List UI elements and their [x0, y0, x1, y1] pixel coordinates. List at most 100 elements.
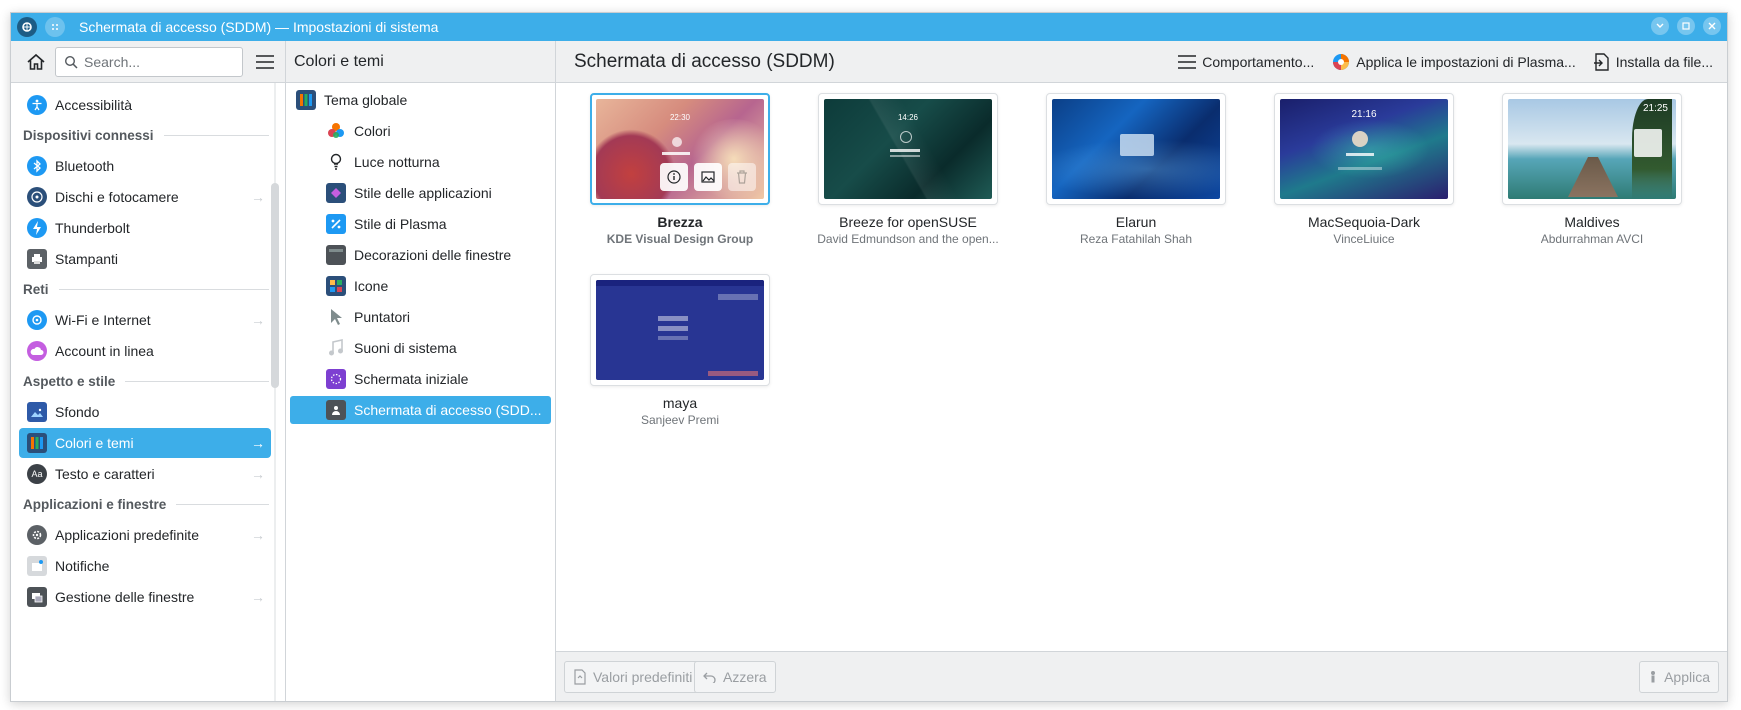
- theme-actions: [660, 163, 756, 191]
- subpanel-item-splash-screen[interactable]: Schermata iniziale: [290, 365, 551, 393]
- sidebar-item-accessibility[interactable]: Accessibilità: [19, 90, 271, 120]
- theme-preview-image: 21:25: [1508, 99, 1676, 199]
- sound-icon: [326, 338, 346, 358]
- theme-card-brezza[interactable]: 22:30 Brezza KDE Visual Design Group: [590, 93, 770, 246]
- close-icon[interactable]: [1703, 17, 1721, 35]
- subpanel-item-login-screen[interactable]: Schermata di accesso (SDD...: [290, 396, 551, 424]
- sidebar-list: Accessibilità Dispositivi connessi Bluet…: [19, 83, 271, 612]
- apply-button[interactable]: Applica: [1639, 661, 1719, 693]
- sidebar-item-wallpaper[interactable]: Sfondo: [19, 397, 271, 427]
- disks-icon: [27, 187, 47, 207]
- theme-delete-button[interactable]: [728, 163, 756, 191]
- sidebar-item-online-accounts[interactable]: Account in linea: [19, 336, 271, 366]
- subpanel-item-system-sounds[interactable]: Suoni di sistema: [290, 334, 551, 362]
- theme-author: Abdurrahman AVCI: [1540, 232, 1644, 246]
- sidebar-item-bluetooth[interactable]: Bluetooth: [19, 151, 271, 181]
- sidebar-scrollbar[interactable]: [271, 83, 279, 701]
- theme-card-elarun[interactable]: Elarun Reza Fatahilah Shah: [1046, 93, 1226, 246]
- install-file-label: Installa da file...: [1615, 54, 1713, 70]
- window-decorations-icon: [326, 245, 346, 265]
- document-import-icon: [1593, 53, 1609, 71]
- default-apps-icon: [27, 525, 47, 545]
- theme-author: KDE Visual Design Group: [606, 232, 754, 246]
- window-controls: [1651, 17, 1721, 35]
- subpanel: Tema globale Colori Luce notturna Stile …: [286, 83, 556, 701]
- subpanel-item-night-light[interactable]: Luce notturna: [290, 148, 551, 176]
- theme-preview-image: [1052, 99, 1220, 199]
- sidebar-item-wifi-internet[interactable]: Wi-Fi e Internet →: [19, 305, 271, 335]
- subpanel-item-window-decorations[interactable]: Decorazioni delle finestre: [290, 241, 551, 269]
- arrow-right-icon: →: [251, 312, 265, 328]
- image-icon: [701, 171, 715, 183]
- theme-card-maldives[interactable]: 21:25 Maldives Abdurrahman AVCI: [1502, 93, 1682, 246]
- colors-icon: [326, 121, 346, 141]
- theme-thumbnail[interactable]: 21:25: [1502, 93, 1682, 205]
- minimize-icon[interactable]: [1651, 17, 1669, 35]
- search-field[interactable]: [55, 47, 243, 77]
- subpanel-item-icons[interactable]: Icone: [290, 272, 551, 300]
- section-apps-windows: Applicazioni e finestre: [19, 489, 271, 519]
- section-divider: [58, 288, 269, 290]
- maximize-icon[interactable]: [1677, 17, 1695, 35]
- defaults-label: Valori predefiniti: [593, 669, 693, 685]
- window-management-icon: [27, 587, 47, 607]
- content-header: Schermata di accesso (SDDM) Comportament…: [556, 41, 1727, 83]
- subpanel-item-global-theme[interactable]: Tema globale: [290, 86, 551, 114]
- theme-preview-image: [596, 280, 764, 380]
- subpanel-item-app-style[interactable]: Stile delle applicazioni: [290, 179, 551, 207]
- theme-preview-image: 14:26: [824, 99, 992, 199]
- sidebar-item-disks-cameras[interactable]: Dischi e fotocamere →: [19, 182, 271, 212]
- sidebar-item-default-apps[interactable]: Applicazioni predefinite →: [19, 520, 271, 550]
- wallpaper-icon: [27, 402, 47, 422]
- global-theme-icon: [296, 90, 316, 110]
- search-input[interactable]: [84, 54, 224, 70]
- theme-thumbnail[interactable]: 14:26: [818, 93, 998, 205]
- home-button[interactable]: [21, 47, 51, 77]
- sidebar-item-colors-themes[interactable]: Colori e temi →: [19, 428, 271, 458]
- network-icon: [27, 310, 47, 330]
- defaults-button[interactable]: Valori predefiniti: [564, 661, 702, 693]
- section-title: Reti: [23, 281, 49, 297]
- install-from-file-button[interactable]: Installa da file...: [1588, 47, 1719, 77]
- sidebar-item-window-management[interactable]: Gestione delle finestre →: [19, 582, 271, 612]
- window-title: Schermata di accesso (SDDM) — Impostazio…: [79, 19, 439, 35]
- subpanel-item-plasma-style[interactable]: Stile di Plasma: [290, 210, 551, 238]
- sidebar-item-notifications[interactable]: Notifiche: [19, 551, 271, 581]
- arrow-right-icon: →: [251, 589, 265, 605]
- theme-author: David Edmundson and the open...: [817, 232, 999, 246]
- subpanel-item-cursors[interactable]: Puntatori: [290, 303, 551, 331]
- title-bar[interactable]: Schermata di accesso (SDDM) — Impostazio…: [11, 13, 1727, 41]
- theme-thumbnail[interactable]: 22:30: [590, 93, 770, 205]
- scrollbar-track: [274, 83, 276, 701]
- sidebar-item-label: Sfondo: [55, 404, 100, 420]
- theme-card-breeze-opensuse[interactable]: 14:26 Breeze for openSUSE David Edmundso…: [817, 93, 999, 246]
- subpanel-item-label: Colori: [354, 123, 391, 139]
- thunderbolt-icon: [27, 218, 47, 238]
- plasma-icon: [1333, 54, 1350, 70]
- hamburger-menu-icon: [256, 55, 274, 69]
- sidebar-item-thunderbolt[interactable]: Thunderbolt: [19, 213, 271, 243]
- night-light-icon: [326, 152, 346, 172]
- system-settings-app-icon[interactable]: [17, 17, 37, 37]
- sidebar-item-printers[interactable]: Stampanti: [19, 244, 271, 274]
- sidebar-item-text-fonts[interactable]: Aa Testo e caratteri →: [19, 459, 271, 489]
- theme-thumbnail[interactable]: [590, 274, 770, 386]
- behaviour-button[interactable]: Comportamento...: [1172, 47, 1320, 77]
- theme-card-macsequoia-dark[interactable]: 21:16 MacSequoia-Dark VinceLiuice: [1274, 93, 1454, 246]
- scrollbar-thumb[interactable]: [271, 183, 279, 388]
- subpanel-item-colors[interactable]: Colori: [290, 117, 551, 145]
- theme-thumbnail[interactable]: 21:16: [1274, 93, 1454, 205]
- content-toolbar: Comportamento... Applica le impostazioni…: [1172, 47, 1719, 77]
- theme-thumbnail[interactable]: [1046, 93, 1226, 205]
- sidebar-item-label: Applicazioni predefinite: [55, 527, 199, 543]
- subpanel-item-label: Puntatori: [354, 309, 411, 325]
- apply-plasma-settings-button[interactable]: Applica le impostazioni di Plasma...: [1326, 47, 1581, 77]
- reset-button[interactable]: Azzera: [694, 661, 776, 693]
- subpanel-item-label: Tema globale: [324, 92, 408, 108]
- pin-icon[interactable]: [45, 17, 65, 37]
- hamburger-menu-button[interactable]: [251, 48, 279, 76]
- theme-background-button[interactable]: [694, 163, 722, 191]
- search-icon: [64, 55, 78, 69]
- theme-info-button[interactable]: [660, 163, 688, 191]
- theme-card-maya[interactable]: maya Sanjeev Premi: [590, 274, 770, 427]
